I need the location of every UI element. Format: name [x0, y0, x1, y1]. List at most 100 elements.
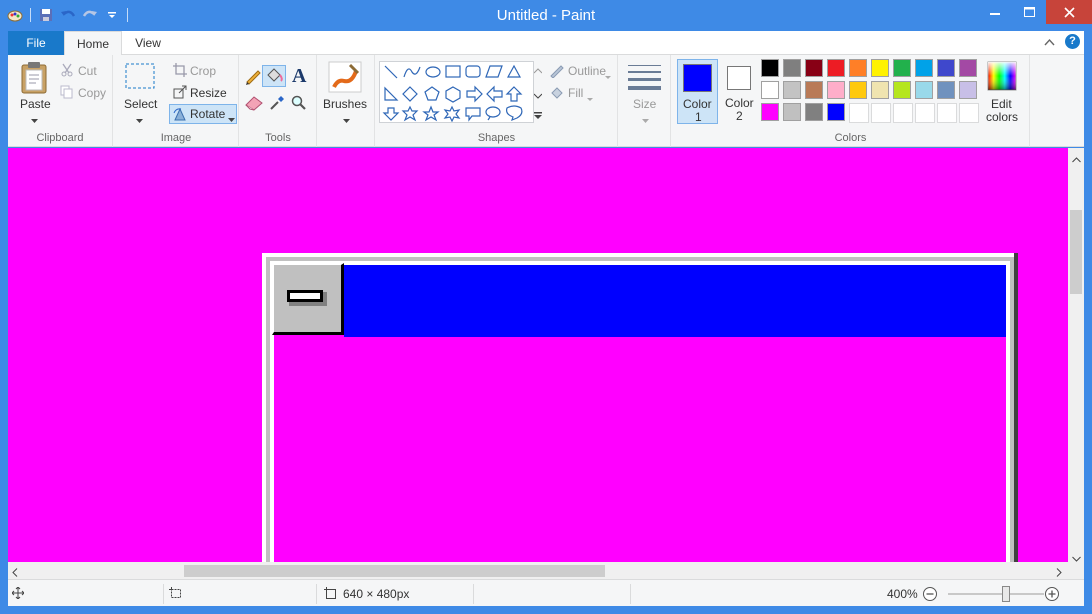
cut-icon[interactable]	[60, 63, 74, 80]
palette-empty-slot[interactable]	[915, 103, 935, 123]
palette-swatch[interactable]	[849, 81, 867, 99]
outline-dropdown-icon[interactable]	[605, 69, 611, 83]
vertical-scroll-thumb[interactable]	[1070, 210, 1082, 294]
outline-icon[interactable]	[549, 63, 565, 81]
edit-colors-label-line2[interactable]: colors	[986, 110, 1018, 124]
palette-empty-slot[interactable]	[893, 103, 913, 123]
status-bar: 640 × 480px 400%	[8, 579, 1084, 606]
fill-bucket-icon[interactable]	[262, 65, 286, 87]
eraser-icon[interactable]	[244, 95, 264, 114]
palette-swatch[interactable]	[937, 81, 955, 99]
zoom-out-icon[interactable]	[922, 586, 938, 605]
zoom-slider-track[interactable]	[948, 593, 1044, 595]
palette-swatch[interactable]	[827, 81, 845, 99]
edit-colors-icon[interactable]	[987, 61, 1017, 94]
cut-label[interactable]: Cut	[78, 64, 97, 78]
palette-swatch[interactable]	[783, 103, 801, 121]
palette-swatch[interactable]	[871, 59, 889, 77]
image-group-label: Image	[160, 132, 192, 144]
scroll-right-icon[interactable]	[1056, 566, 1062, 580]
palette-empty-slot[interactable]	[959, 103, 979, 123]
palette-empty-slot[interactable]	[937, 103, 957, 123]
palette-swatch[interactable]	[915, 59, 933, 77]
palette-empty-slot[interactable]	[871, 103, 891, 123]
size-label[interactable]: Size	[633, 97, 656, 111]
rotate-button[interactable]: Rotate	[169, 104, 237, 124]
palette-swatch[interactable]	[827, 103, 845, 121]
color1-button[interactable]: Color 1	[677, 59, 718, 124]
tab-view[interactable]: View	[126, 31, 170, 56]
fill-icon[interactable]	[549, 85, 565, 103]
palette-swatch[interactable]	[937, 59, 955, 77]
color-palette	[761, 59, 981, 125]
brushes-dropdown-icon[interactable]	[343, 113, 350, 127]
fill-dropdown-icon[interactable]	[587, 91, 593, 105]
palette-empty-slot[interactable]	[849, 103, 869, 123]
outline-label[interactable]: Outline	[568, 64, 606, 78]
palette-swatch[interactable]	[827, 59, 845, 77]
size-dropdown-icon[interactable]	[642, 113, 649, 127]
resize-label[interactable]: Resize	[190, 86, 227, 100]
palette-swatch[interactable]	[849, 59, 867, 77]
help-icon[interactable]: ?	[1065, 34, 1080, 49]
shapes-scroll-up-icon[interactable]	[533, 63, 543, 77]
palette-swatch[interactable]	[893, 59, 911, 77]
crop-icon[interactable]	[173, 63, 187, 80]
palette-swatch[interactable]	[761, 103, 779, 121]
horizontal-scroll-thumb[interactable]	[184, 565, 605, 577]
fill-label[interactable]: Fill	[568, 86, 583, 100]
brushes-icon[interactable]	[328, 61, 362, 96]
palette-swatch[interactable]	[893, 81, 911, 99]
select-icon[interactable]	[125, 63, 155, 92]
tab-file[interactable]: File	[8, 31, 64, 55]
shapes-scroll-down-icon[interactable]	[533, 88, 543, 102]
scroll-left-icon[interactable]	[12, 566, 18, 580]
crop-label[interactable]: Crop	[190, 64, 216, 78]
paste-dropdown-icon[interactable]	[31, 113, 38, 127]
palette-swatch[interactable]	[805, 103, 823, 121]
color1-swatch	[683, 64, 712, 92]
zoom-slider-thumb[interactable]	[1002, 586, 1010, 602]
maximize-button[interactable]	[1012, 0, 1046, 24]
palette-swatch[interactable]	[959, 59, 977, 77]
copy-icon[interactable]	[60, 85, 74, 102]
palette-swatch[interactable]	[915, 81, 933, 99]
tools-group-label: Tools	[265, 132, 291, 144]
palette-swatch[interactable]	[761, 81, 779, 99]
minimize-button[interactable]	[978, 0, 1012, 24]
drawn-title-bar	[344, 265, 1006, 337]
color2-button[interactable]: Color 2	[721, 59, 757, 124]
palette-swatch[interactable]	[761, 59, 779, 77]
pencil-icon[interactable]	[244, 67, 262, 88]
copy-label[interactable]: Copy	[78, 86, 106, 100]
zoom-in-icon[interactable]	[1044, 586, 1060, 605]
shapes-group-label: Shapes	[477, 132, 516, 144]
palette-swatch[interactable]	[783, 59, 801, 77]
color-picker-icon[interactable]	[269, 95, 285, 114]
paste-label[interactable]: Paste	[20, 97, 51, 111]
select-dropdown-icon[interactable]	[136, 113, 143, 127]
drawing-canvas[interactable]	[8, 148, 1068, 562]
size-icon[interactable]	[628, 65, 661, 94]
scroll-up-icon[interactable]	[1072, 152, 1081, 166]
collapse-ribbon-icon[interactable]	[1044, 35, 1055, 49]
color2-label: Color	[725, 96, 754, 110]
shapes-expand-icon[interactable]	[534, 109, 542, 123]
paste-icon[interactable]	[20, 61, 50, 98]
magnifier-icon[interactable]	[291, 95, 307, 114]
close-button[interactable]	[1046, 0, 1092, 24]
vertical-scrollbar[interactable]	[1068, 148, 1084, 562]
text-tool-icon[interactable]: A	[292, 65, 306, 88]
edit-colors-label[interactable]: Edit	[991, 97, 1012, 111]
selection-size-icon	[169, 587, 182, 603]
resize-icon[interactable]	[173, 85, 187, 102]
tab-home[interactable]: Home	[64, 31, 122, 56]
palette-swatch[interactable]	[783, 81, 801, 99]
select-label[interactable]: Select	[124, 97, 157, 111]
palette-swatch[interactable]	[959, 81, 977, 99]
palette-swatch[interactable]	[805, 59, 823, 77]
horizontal-scrollbar[interactable]	[8, 562, 1068, 579]
brushes-label[interactable]: Brushes	[323, 97, 367, 111]
palette-swatch[interactable]	[805, 81, 823, 99]
palette-swatch[interactable]	[871, 81, 889, 99]
